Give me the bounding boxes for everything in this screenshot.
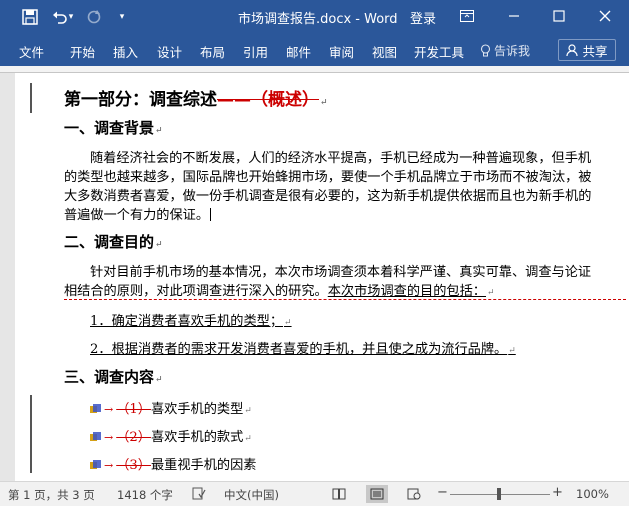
zoom-out-button[interactable]: − [437,485,448,500]
heading-text: 三、调查内容 [64,368,155,386]
customize-quick-access-icon[interactable]: ▾ [112,7,132,27]
web-layout-icon[interactable] [403,485,425,503]
list-item[interactable]: → （1）喜欢手机的类型↵ [90,398,252,417]
tab-design[interactable]: 设计 [157,42,182,61]
login-link[interactable]: 登录 [410,8,436,27]
purpose-item[interactable]: 1．确定消费者喜欢手机的类型；↵ [90,310,292,329]
share-button[interactable]: 共享 [558,39,616,61]
tab-arrow-icon: → [104,459,114,472]
bullet-icon [90,432,104,442]
list-text: 喜欢手机的款式 [150,430,244,445]
heading-purpose[interactable]: 二、调查目的↵ [64,231,163,252]
bullet-icon [90,460,104,470]
heading-text: 第一部分：调查综述 [64,90,217,110]
bullet-icon [90,404,104,414]
ribbon-collapsed-strip [0,66,629,73]
list-text: 最重视手机的因素 [150,458,257,473]
redo-icon[interactable] [84,7,104,27]
tab-file[interactable]: 文件 [19,42,44,61]
tab-mailings[interactable]: 邮件 [286,42,311,61]
deleted-text: （2） [116,430,151,445]
paragraph-mark: ↵ [155,126,163,136]
change-bar [30,395,32,473]
paragraph-mark: ↵ [508,346,516,356]
tell-me-search[interactable]: 告诉我 [480,42,530,59]
tab-review[interactable]: 审阅 [329,42,354,61]
heading-text: 一、调查背景 [64,119,155,137]
deleted-text: （1） [116,402,151,417]
tab-developer[interactable]: 开发工具 [414,42,464,61]
deleted-text: （3） [116,458,151,473]
document-page[interactable]: 第一部分：调查综述——（概述）↵ 一、调查背景↵ 随着经济社会的不断发展，人们的… [15,73,629,481]
zoom-level[interactable]: 100% [576,487,609,501]
paragraph-line[interactable]: 针对目前手机市场的基本情况，本次市场调查须本着科学严谨、真实可靠、调查与论证 [90,261,591,280]
paragraph-mark: ↵ [284,318,292,328]
tab-view[interactable]: 视图 [372,42,397,61]
change-bar [30,83,32,113]
list-text: 1．确定消费者喜欢手机的类型； [90,314,284,329]
zoom-in-button[interactable]: + [552,485,563,500]
lightbulb-icon [480,43,491,56]
deleted-text: ——（概述） [217,90,319,110]
paragraph-mark: ↵ [487,288,495,298]
proofing-icon[interactable] [192,487,206,503]
paragraph-mark: ↵ [320,98,328,108]
share-label: 共享 [582,43,608,59]
paragraph-text: 相结合的原则，对此项调查进行深入的研究。 [64,284,328,299]
tab-home[interactable]: 开始 [70,42,95,61]
status-bar: 第 1 页，共 3 页 1418 个字 中文(中国) − + 100% [0,481,629,506]
document-workspace[interactable]: 第一部分：调查综述——（概述）↵ 一、调查背景↵ 随着经济社会的不断发展，人们的… [0,73,629,481]
heading-text: 二、调查目的 [64,233,155,251]
person-icon [566,43,579,56]
heading-content[interactable]: 三、调查内容↵ [64,366,163,387]
paragraph-mark: ↵ [155,375,163,385]
maximize-icon[interactable] [547,5,571,27]
paragraph-line[interactable]: 随着经济社会的不断发展，人们的经济水平提高，手机已经成为一种普遍现象，但手机 [90,147,591,166]
paragraph-line[interactable]: 普遍做一个有力的保证。 [64,204,212,223]
save-icon[interactable] [20,7,40,27]
purpose-item[interactable]: 2．根据消费者的需求开发消费者喜爱的手机，并且使之成为流行品牌。↵ [90,338,516,357]
ribbon-tabs: 文件 开始 插入 设计 布局 引用 邮件 审阅 视图 开发工具 告诉我 共享 [0,34,629,66]
close-icon[interactable] [593,5,617,27]
paragraph-mark: ↵ [244,434,252,444]
window-title: 市场调查报告.docx - Word [238,12,398,27]
paragraph-mark: ↵ [244,406,252,416]
heading-part-one[interactable]: 第一部分：调查综述——（概述）↵ [64,85,328,110]
tab-arrow-icon: → [104,431,114,444]
tab-layout[interactable]: 布局 [200,42,225,61]
print-layout-icon[interactable] [366,485,388,503]
zoom-slider-thumb[interactable] [497,488,501,500]
paragraph-line[interactable]: 大多数消费者喜爱，做一份手机调查是很有必要的，这为新手机提供依据而且也为新手机的 [64,185,592,204]
paragraph-mark: ↵ [155,240,163,250]
title-bar: ▾ ▾ 市场调查报告.docx - Word 登录 [0,0,629,34]
paragraph-line[interactable]: 的类型也越来越多，国际品牌也开始蜂拥市场，要使一个手机品牌立于市场而不被淘汰，被 [64,166,592,185]
word-count[interactable]: 1418 个字 [117,487,173,503]
list-text: 2．根据消费者的需求开发消费者喜爱的手机，并且使之成为流行品牌。 [90,342,508,357]
paragraph-line[interactable]: 相结合的原则，对此项调查进行深入的研究。本次市场调查的目的包括：↵ [64,280,495,299]
page-count[interactable]: 第 1 页，共 3 页 [8,487,95,503]
tab-insert[interactable]: 插入 [113,42,138,61]
tab-arrow-icon: → [104,403,114,416]
language-indicator[interactable]: 中文(中国) [224,487,279,503]
read-mode-icon[interactable] [328,485,350,503]
text-cursor [210,208,212,221]
list-text: 喜欢手机的类型 [150,402,244,417]
list-item[interactable]: → （2）喜欢手机的款式↵ [90,426,252,445]
minimize-icon[interactable] [502,5,526,27]
paragraph-text: 普遍做一个有力的保证。 [64,208,210,223]
tell-me-label: 告诉我 [494,44,531,58]
undo-dropdown-icon[interactable]: ▾ [66,7,76,27]
ribbon-display-options-icon[interactable] [455,5,479,27]
heading-background[interactable]: 一、调查背景↵ [64,117,163,138]
tab-references[interactable]: 引用 [243,42,268,61]
list-item[interactable]: → （3）最重视手机的因素 [90,454,256,473]
inserted-text: 本次市场调查的目的包括： [327,284,486,299]
revision-line [64,299,626,300]
